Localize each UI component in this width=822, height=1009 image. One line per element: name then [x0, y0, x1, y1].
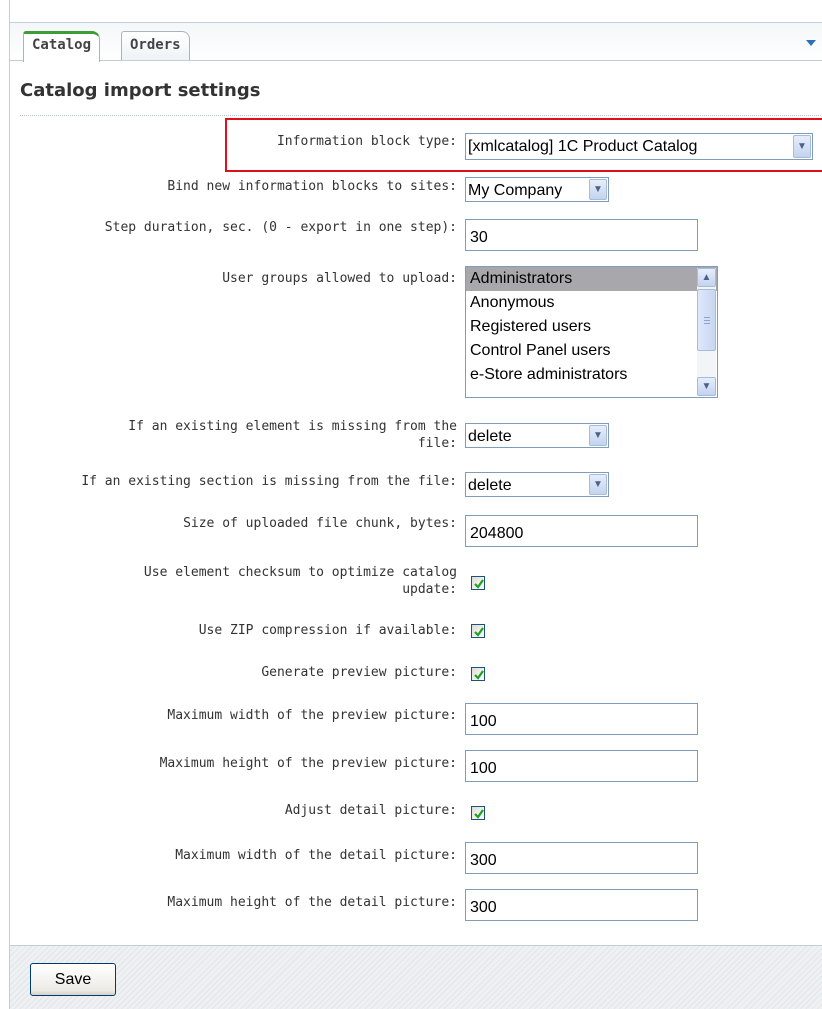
adjust-detail-checkbox[interactable] — [471, 806, 485, 820]
checkmark-icon — [474, 579, 484, 589]
checkmark-icon — [474, 670, 484, 680]
detail-height-label: Maximum height of the detail picture: — [167, 895, 457, 910]
detail-width-input[interactable]: 300 — [465, 842, 698, 874]
tab-divider — [10, 60, 822, 61]
scroll-up-icon[interactable]: ▲ — [697, 268, 716, 287]
element-missing-label-line2: file: — [417, 436, 457, 451]
scroll-thumb[interactable] — [697, 289, 716, 351]
step-duration-input[interactable]: 30 — [465, 219, 698, 251]
user-groups-label: User groups allowed to upload: — [222, 271, 457, 286]
footer-bar — [10, 946, 822, 1009]
preview-height-label: Maximum height of the preview picture: — [159, 756, 457, 771]
step-duration-label: Step duration, sec. (0 - export in one s… — [104, 220, 457, 235]
gen-preview-label: Generate preview picture: — [261, 665, 457, 680]
element-missing-label: If an existing element is missing from t… — [128, 418, 457, 452]
preview-width-input[interactable]: 100 — [465, 703, 698, 735]
listbox-option[interactable]: Administrators — [466, 267, 717, 291]
tab-catalog[interactable]: Catalog — [23, 31, 101, 62]
adjust-detail-label: Adjust detail picture: — [284, 803, 457, 818]
bind-sites-value: My Company — [468, 182, 563, 199]
section-missing-select[interactable]: delete ▼ — [465, 472, 609, 497]
detail-height-input[interactable]: 300 — [465, 889, 698, 921]
page-title: Catalog import settings — [20, 80, 261, 101]
checkmark-icon — [474, 809, 484, 819]
checkmark-icon — [474, 627, 484, 637]
element-missing-select[interactable]: delete ▼ — [465, 423, 609, 448]
chunk-size-input[interactable]: 204800 — [465, 515, 698, 547]
listbox-option[interactable]: Anonymous — [466, 291, 717, 315]
listbox-option[interactable]: e-Store administrators — [466, 363, 717, 387]
use-checksum-label: Use element checksum to optimize catalog… — [144, 564, 457, 598]
tab-orders[interactable]: Orders — [121, 31, 190, 61]
detail-width-label: Maximum width of the detail picture: — [175, 848, 457, 863]
grip-icon — [704, 317, 710, 324]
section-missing-label: If an existing section is missing from t… — [81, 474, 457, 489]
chevron-down-icon[interactable]: ▼ — [589, 425, 607, 446]
save-button[interactable]: Save — [30, 963, 116, 996]
use-zip-checkbox[interactable] — [471, 624, 485, 638]
tabs-menu-arrow-icon[interactable] — [806, 40, 816, 46]
chunk-size-label: Size of uploaded file chunk, bytes: — [183, 516, 457, 531]
settings-panel: Catalog Orders Catalog import settings I… — [9, 0, 822, 1009]
use-zip-label: Use ZIP compression if available: — [198, 623, 457, 638]
use-checksum-checkbox[interactable] — [471, 576, 485, 590]
highlight-box — [225, 118, 822, 172]
bind-sites-select[interactable]: My Company ▼ — [465, 177, 609, 202]
listbox-option[interactable]: Control Panel users — [466, 339, 717, 363]
element-missing-label-line1: If an existing element is missing from t… — [128, 419, 457, 434]
section-missing-value: delete — [468, 477, 512, 494]
bind-sites-label: Bind new information blocks to sites: — [167, 179, 457, 194]
listbox-option[interactable]: Registered users — [466, 315, 717, 339]
chevron-down-icon[interactable]: ▼ — [589, 179, 607, 200]
user-groups-listbox[interactable]: Administrators Anonymous Registered user… — [465, 266, 718, 398]
scroll-down-icon[interactable]: ▼ — [697, 377, 716, 396]
preview-height-input[interactable]: 100 — [465, 750, 698, 782]
title-divider — [20, 115, 822, 116]
chevron-down-icon[interactable]: ▼ — [589, 474, 607, 495]
listbox-scrollbar[interactable]: ▲ ▼ — [697, 268, 716, 396]
use-checksum-label-line2: update: — [402, 582, 457, 597]
use-checksum-label-line1: Use element checksum to optimize catalog — [143, 565, 457, 580]
element-missing-value: delete — [468, 428, 512, 445]
preview-width-label: Maximum width of the preview picture: — [167, 708, 457, 723]
gen-preview-checkbox[interactable] — [471, 667, 485, 681]
